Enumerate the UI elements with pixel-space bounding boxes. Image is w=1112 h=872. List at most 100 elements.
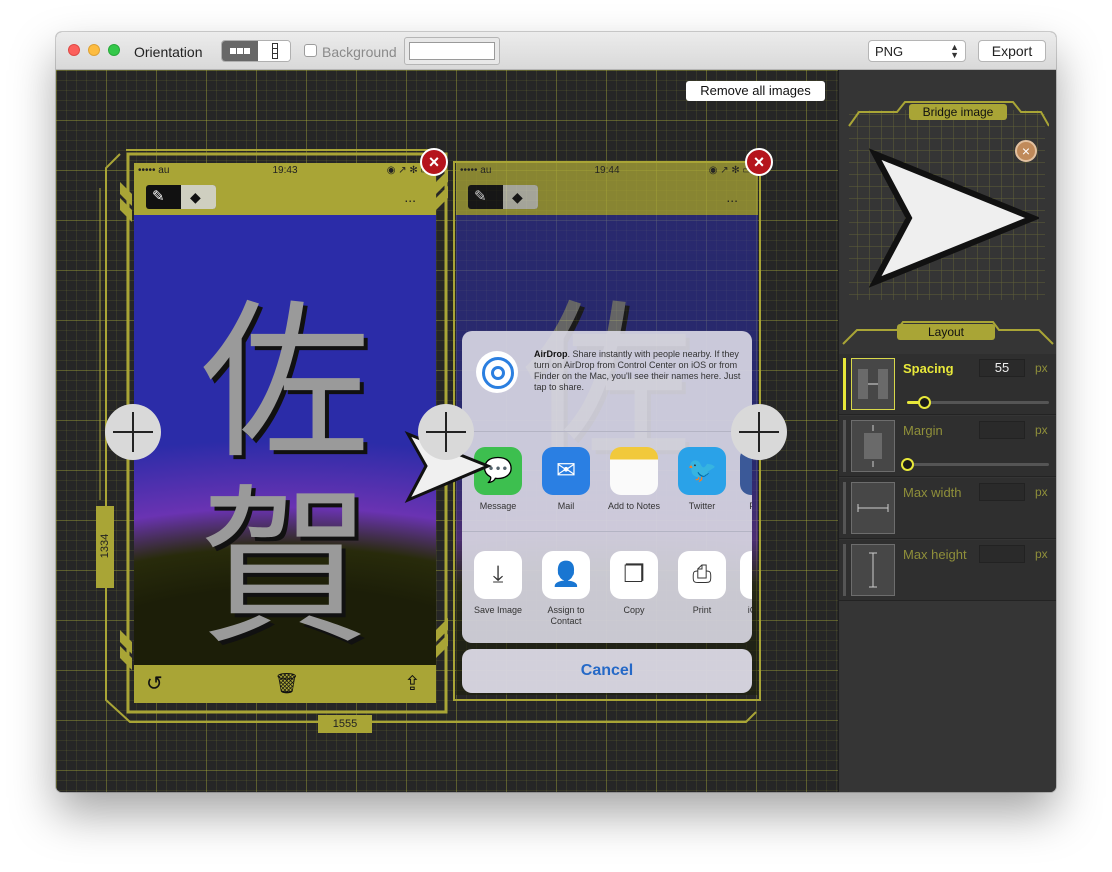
max-height-row[interactable]: Max height px bbox=[839, 540, 1056, 601]
share-sheet: AirDrop. Share instantly with people nea… bbox=[462, 331, 752, 643]
margin-field[interactable] bbox=[979, 421, 1025, 439]
margin-slider[interactable] bbox=[901, 458, 1049, 471]
app-window: Orientation Background PNG ▲ ▼ Export Rem… bbox=[56, 32, 1056, 792]
format-value: PNG bbox=[875, 44, 904, 59]
bridge-image-well[interactable]: Bridge image × bbox=[845, 90, 1049, 302]
action-print: ⎙ Print bbox=[672, 551, 732, 616]
spacing-label: Spacing bbox=[903, 361, 954, 376]
eraser-tool-2: ◆ bbox=[503, 185, 538, 209]
height-dimension-badge: 1334 bbox=[96, 506, 114, 588]
max-height-label: Max height bbox=[903, 547, 967, 562]
insert-image-left-button[interactable] bbox=[105, 404, 161, 460]
image-tile-1[interactable]: ••••• au 19:43 ◉ ↗ ✻ ▭ ✎ ◆ ... 佐 賀 ↺ 🗑 ⇪ bbox=[134, 163, 436, 743]
spacing-slider[interactable] bbox=[907, 396, 1049, 409]
row-indicator bbox=[843, 358, 846, 410]
insert-image-middle-button[interactable] bbox=[418, 404, 474, 460]
width-dimension-text: 1555 bbox=[332, 718, 358, 730]
window-zoom-button[interactable] bbox=[108, 44, 120, 56]
airdrop-icon bbox=[476, 351, 518, 393]
delete-image-1-button[interactable]: × bbox=[420, 148, 448, 176]
orientation-segmented-control[interactable] bbox=[221, 40, 291, 62]
max-width-label: Max width bbox=[903, 485, 962, 500]
share-app-notes: Add to Notes bbox=[604, 447, 664, 512]
eraser-icon-2: ◆ bbox=[512, 189, 523, 205]
kanji-bottom: 賀 bbox=[199, 470, 370, 665]
horizontal-orientation-button[interactable] bbox=[222, 41, 258, 61]
max-height-field[interactable] bbox=[979, 545, 1025, 563]
background-label: Background bbox=[322, 44, 397, 60]
airdrop-section: AirDrop. Share instantly with people nea… bbox=[462, 331, 752, 432]
action-label: iC bbox=[747, 605, 752, 615]
bottom-toolbar: ↺ 🗑 ⇪ bbox=[134, 665, 436, 703]
action-copy: ❐ Copy bbox=[604, 551, 664, 616]
eraser-icon: ◆ bbox=[190, 189, 201, 205]
share-app-label: Twitter bbox=[688, 501, 716, 511]
orientation-label: Orientation bbox=[134, 44, 203, 60]
margin-icon bbox=[851, 420, 895, 472]
vertical-orientation-button[interactable] bbox=[258, 41, 290, 61]
max-width-unit: px bbox=[1035, 485, 1048, 499]
mail-icon: ✉ bbox=[542, 447, 590, 495]
share-apps-row: 💬 Message ✉ Mail Add to Notes 🐦 Twitter bbox=[462, 441, 752, 532]
row-indicator bbox=[843, 420, 846, 472]
more-menu-text-2: ... bbox=[726, 189, 738, 205]
background-color-swatch bbox=[409, 42, 495, 60]
spacing-icon bbox=[851, 358, 895, 410]
share-app-mail: ✉ Mail bbox=[536, 447, 596, 512]
toolbar: Orientation Background PNG ▲ ▼ Export bbox=[56, 32, 1056, 70]
background-checkbox[interactable] bbox=[304, 44, 317, 57]
drawing-toolbar: ✎ ◆ ... bbox=[134, 179, 436, 215]
pencil-icon-2: ✎ bbox=[474, 188, 487, 205]
eraser-tool: ◆ bbox=[181, 185, 216, 209]
window-close-button[interactable] bbox=[68, 44, 80, 56]
format-popup[interactable]: PNG ▲ ▼ bbox=[868, 40, 966, 62]
margin-slider-knob[interactable] bbox=[901, 458, 914, 471]
drawing-toolbar-2: ✎ ◆ ... bbox=[456, 179, 758, 215]
icloud-icon bbox=[740, 551, 752, 599]
action-save-image: ⤓ Save Image bbox=[468, 551, 528, 616]
popup-arrows-icon: ▲ ▼ bbox=[950, 42, 959, 60]
remove-bridge-image-button[interactable]: × bbox=[1015, 140, 1037, 162]
spacing-field[interactable]: 55 bbox=[979, 359, 1025, 377]
spacing-row[interactable]: Spacing 55 px bbox=[839, 354, 1056, 415]
max-width-row[interactable]: Max width px bbox=[839, 478, 1056, 539]
action-label: Save Image bbox=[473, 605, 523, 615]
action-label: Print bbox=[692, 605, 712, 615]
share-app-twitter: 🐦 Twitter bbox=[672, 447, 732, 512]
row-indicator bbox=[843, 482, 846, 534]
inspector-panel: Bridge image × Layout Spacing 55 px Marg… bbox=[838, 70, 1056, 792]
spacing-slider-knob[interactable] bbox=[918, 396, 932, 409]
margin-glyph bbox=[864, 425, 882, 467]
undo-icon: ↺ bbox=[146, 673, 163, 695]
preview-canvas: Remove all images ••••• au 19:43 ◉ ↗ ✻ ▭… bbox=[56, 70, 838, 792]
trash-icon: 🗑 bbox=[274, 673, 300, 695]
more-menu-text: ... bbox=[404, 189, 416, 205]
share-app-label: F bbox=[740, 501, 752, 512]
drawing-canvas: 佐 賀 bbox=[134, 215, 436, 665]
window-minimize-button[interactable] bbox=[88, 44, 100, 56]
image-tile-2[interactable]: ••••• au 19:44 ◉ ↗ ✻ ▭ ✎ ◆ ... 佐 AirDrop… bbox=[456, 163, 758, 741]
delete-image-2-button[interactable]: × bbox=[745, 148, 773, 176]
airdrop-title: AirDrop bbox=[534, 349, 568, 359]
tool-selector: ✎ ◆ bbox=[146, 185, 216, 209]
height-dimension-text: 1334 bbox=[99, 533, 111, 559]
copy-icon: ❐ bbox=[610, 551, 658, 599]
action-label: Copy bbox=[623, 605, 645, 615]
bridge-image-title: Bridge image bbox=[909, 104, 1007, 120]
max-width-icon bbox=[851, 482, 895, 534]
spacing-unit: px bbox=[1035, 361, 1048, 375]
insert-image-right-button[interactable] bbox=[731, 404, 787, 460]
export-button[interactable]: Export bbox=[978, 40, 1046, 62]
action-label: Assign to Contact bbox=[547, 605, 585, 626]
row-indicator bbox=[843, 544, 846, 596]
margin-row[interactable]: Margin px bbox=[839, 416, 1056, 477]
width-dimension-badge: 1555 bbox=[318, 715, 372, 733]
horizontal-layout-icon bbox=[230, 48, 250, 54]
margin-label: Margin bbox=[903, 423, 943, 438]
pencil-icon: ✎ bbox=[152, 188, 165, 205]
background-color-well[interactable] bbox=[404, 37, 500, 65]
max-width-field[interactable] bbox=[979, 483, 1025, 501]
tool-selector-2: ✎ ◆ bbox=[468, 185, 538, 209]
max-height-unit: px bbox=[1035, 547, 1048, 561]
bridge-arrow-preview-icon bbox=[869, 148, 1039, 288]
